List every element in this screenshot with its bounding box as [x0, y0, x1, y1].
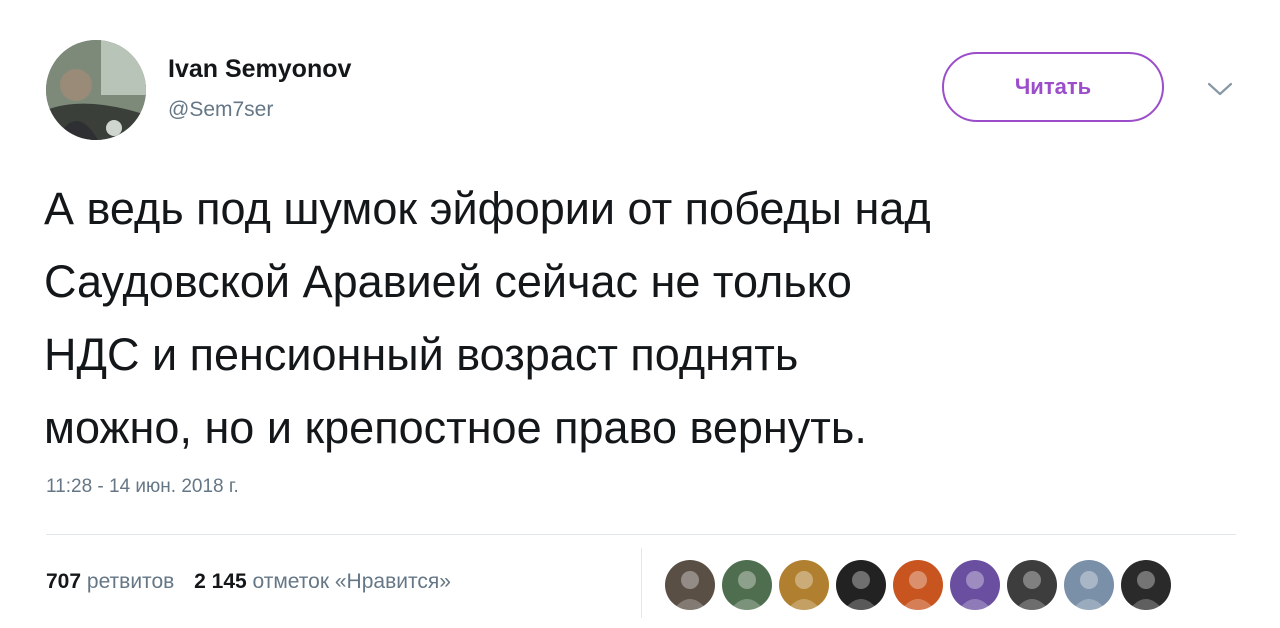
liker-avatars: [665, 560, 1178, 610]
stats-divider: [641, 548, 642, 618]
liker-avatar[interactable]: [722, 560, 772, 610]
user-avatar-icon: [722, 560, 772, 610]
avatar[interactable]: [46, 40, 146, 140]
retweet-label: ретвитов: [86, 570, 175, 593]
user-avatar-icon: [665, 560, 715, 610]
avatar-photo-icon: [46, 40, 146, 140]
tweet-stats: 707 ретвитов 2 145 отметок «Нравится»: [46, 570, 465, 594]
chevron-down-icon[interactable]: [1206, 80, 1234, 98]
follow-button[interactable]: Читать: [942, 52, 1164, 122]
tweet-line: Саудовской Аравией сейчас не только: [44, 256, 852, 307]
like-label: отметок «Нравится»: [252, 570, 451, 593]
author-name[interactable]: Ivan Semyonov: [168, 55, 351, 84]
tweet-text: А ведь под шумок эйфории от победы над С…: [44, 172, 1244, 464]
tweet-line: А ведь под шумок эйфории от победы над: [44, 183, 931, 234]
user-avatar-icon: [1007, 560, 1057, 610]
liker-avatar[interactable]: [1121, 560, 1171, 610]
user-avatar-icon: [893, 560, 943, 610]
liker-avatar[interactable]: [1064, 560, 1114, 610]
liker-avatar[interactable]: [836, 560, 886, 610]
like-count[interactable]: 2 145 отметок «Нравится»: [194, 570, 451, 593]
retweet-number: 707: [46, 570, 82, 593]
liker-avatar[interactable]: [893, 560, 943, 610]
user-avatar-icon: [1064, 560, 1114, 610]
user-avatar-icon: [836, 560, 886, 610]
author-handle[interactable]: @Sem7ser: [168, 98, 273, 122]
liker-avatar[interactable]: [1007, 560, 1057, 610]
like-number: 2 145: [194, 570, 247, 593]
divider: [46, 534, 1236, 535]
tweet-line: НДС и пенсионный возраст поднять: [44, 329, 799, 380]
user-avatar-icon: [779, 560, 829, 610]
retweet-count[interactable]: 707 ретвитов: [46, 570, 174, 593]
user-avatar-icon: [950, 560, 1000, 610]
tweet-timestamp[interactable]: 11:28 - 14 июн. 2018 г.: [46, 476, 239, 498]
tweet-line: можно, но и крепостное право вернуть.: [44, 402, 867, 453]
liker-avatar[interactable]: [950, 560, 1000, 610]
user-avatar-icon: [1121, 560, 1171, 610]
liker-avatar[interactable]: [665, 560, 715, 610]
liker-avatar[interactable]: [779, 560, 829, 610]
